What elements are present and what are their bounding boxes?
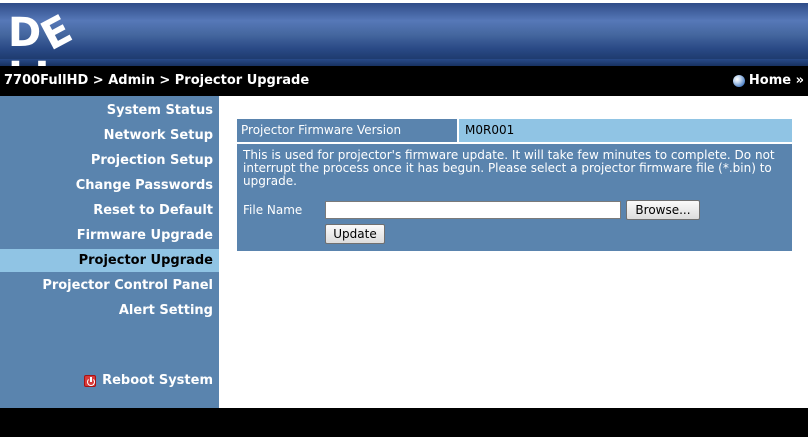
header-banner: DELL [0, 3, 808, 66]
firmware-version-value: M0R001 [459, 119, 792, 142]
reboot-label: Reboot System [102, 373, 213, 388]
sidebar-item-reboot-system[interactable]: Reboot System [0, 369, 219, 392]
sidebar-item-projector-control-panel[interactable]: Projector Control Panel [0, 274, 219, 297]
banner-shade [0, 59, 808, 66]
sidebar: System Status Network Setup Projection S… [0, 96, 219, 408]
nav-bar: 7700FullHD > Admin > Projector Upgrade H… [0, 66, 808, 96]
sidebar-item-change-passwords[interactable]: Change Passwords [0, 174, 219, 197]
main-content: Projector Firmware Version M0R001 This i… [219, 96, 808, 408]
browse-button[interactable]: Browse... [626, 200, 700, 220]
sidebar-item-projection-setup[interactable]: Projection Setup [0, 149, 219, 172]
footer-bar [0, 408, 808, 437]
sidebar-item-alert-setting[interactable]: Alert Setting [0, 299, 219, 322]
dell-logo: DELL [8, 6, 120, 66]
sidebar-item-network-setup[interactable]: Network Setup [0, 124, 219, 147]
file-name-label: File Name [243, 203, 303, 217]
upgrade-description: This is used for projector's firmware up… [243, 148, 775, 188]
file-name-input[interactable] [325, 201, 621, 219]
upgrade-panel: This is used for projector's firmware up… [237, 144, 792, 251]
power-icon [84, 374, 97, 387]
firmware-version-row: Projector Firmware Version M0R001 [237, 119, 792, 142]
home-orb-icon [732, 75, 745, 87]
sidebar-item-projector-upgrade[interactable]: Projector Upgrade [0, 249, 219, 272]
sidebar-item-firmware-upgrade[interactable]: Firmware Upgrade [0, 224, 219, 247]
home-link-label: Home » [748, 73, 804, 88]
update-button[interactable]: Update [325, 224, 385, 244]
home-link[interactable]: Home » [732, 66, 804, 96]
sidebar-item-reset-to-default[interactable]: Reset to Default [0, 199, 219, 222]
firmware-version-label: Projector Firmware Version [237, 119, 457, 142]
sidebar-item-system-status[interactable]: System Status [0, 99, 219, 122]
breadcrumb: 7700FullHD > Admin > Projector Upgrade [4, 73, 310, 88]
